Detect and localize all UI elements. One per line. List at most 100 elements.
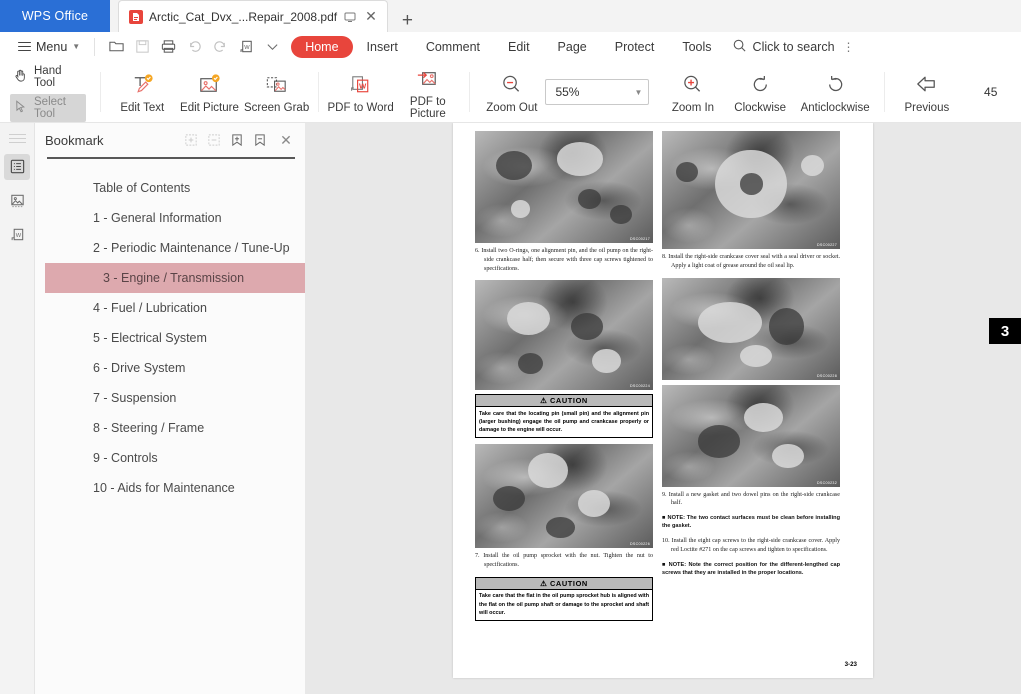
pdf-to-picture-button[interactable]: PDF to Picture: [394, 64, 461, 120]
rotate-anticlockwise-button[interactable]: Anticlockwise: [794, 64, 877, 120]
warning-triangle-icon: ⚠: [540, 578, 548, 588]
customize-quick-access-icon[interactable]: [259, 35, 285, 59]
bookmark-item-table-of-contents[interactable]: Table of Contents: [35, 173, 305, 203]
search-icon: [732, 38, 747, 56]
previous-page-button[interactable]: Previous: [893, 64, 960, 120]
page-folio: 3-23: [844, 661, 857, 668]
rotate-clockwise-button[interactable]: Clockwise: [727, 64, 794, 120]
zoom-out-icon: [498, 71, 525, 99]
divider: [884, 72, 886, 112]
zoom-level-select[interactable]: 55% ▼: [545, 79, 650, 105]
add-bookmark-icon[interactable]: [228, 131, 246, 149]
previous-arrow-icon: [913, 71, 940, 99]
note-2: ■ NOTE: Note the correct position for th…: [662, 561, 840, 576]
close-bookmark-panel-icon[interactable]: ✕: [275, 131, 297, 149]
zoom-out-button[interactable]: Zoom Out: [478, 64, 545, 120]
new-tab-button[interactable]: +: [388, 10, 427, 32]
wps-office-brand: WPS Office: [0, 0, 110, 32]
tab-comment[interactable]: Comment: [412, 40, 494, 54]
figure-code-5: DSC00228: [817, 373, 837, 378]
panel-collapse-handle[interactable]: [8, 131, 26, 146]
undo-icon[interactable]: [181, 35, 207, 59]
expand-all-icon[interactable]: [182, 131, 200, 149]
page-number-field[interactable]: 45: [960, 81, 1021, 103]
screen-grab-icon: [263, 71, 290, 99]
tab-home[interactable]: Home: [291, 35, 353, 58]
document-tab-title: Arctic_Cat_Dvx_...Repair_2008.pdf: [149, 9, 338, 24]
ribbon-toolbar: Hand Tool Select Tool Edit Text Edit Pic…: [0, 62, 1021, 123]
bookmark-item-periodic-maintenance[interactable]: 2 - Periodic Maintenance / Tune-Up: [35, 233, 305, 263]
edit-picture-button[interactable]: Edit Picture: [176, 64, 243, 120]
tool-mode-group: Hand Tool Select Tool: [0, 63, 92, 122]
save-icon[interactable]: [129, 35, 155, 59]
workspace: W Bookmark ✕ Table of Contents 1 - Gener…: [0, 123, 1021, 694]
figure-photo-1: DSC00217: [475, 131, 653, 243]
cursor-arrow-icon: [13, 99, 28, 117]
side-rail: W: [0, 123, 35, 694]
bookmark-item-drive-system[interactable]: 6 - Drive System: [35, 353, 305, 383]
hand-tool-button[interactable]: Hand Tool: [10, 63, 86, 91]
bookmark-panel-tools: [182, 131, 269, 149]
tab-insert[interactable]: Insert: [353, 40, 412, 54]
figure-photo-2: DSC00224: [475, 280, 653, 391]
bookmark-panel-title: Bookmark: [45, 132, 104, 148]
tab-page[interactable]: Page: [544, 40, 601, 54]
divider: [94, 37, 96, 56]
open-folder-icon[interactable]: [103, 35, 129, 59]
collapse-all-icon[interactable]: [205, 131, 223, 149]
print-icon[interactable]: [155, 35, 181, 59]
tab-edit[interactable]: Edit: [494, 40, 544, 54]
bookmark-item-engine-transmission[interactable]: 3 - Engine / Transmission: [45, 263, 305, 293]
more-options-icon[interactable]: ⋮: [843, 41, 855, 53]
select-tool-label: Select Tool: [34, 95, 66, 120]
chevron-down-icon: ▼: [72, 42, 81, 51]
tab-strip: Arctic_Cat_Dvx_...Repair_2008.pdf ✕ +: [110, 0, 427, 32]
figure-code-4: DSC00227: [817, 243, 837, 247]
divider: [318, 72, 320, 112]
main-menu-button[interactable]: Menu ▼: [12, 39, 86, 54]
thumbnails-panel-icon[interactable]: [4, 188, 30, 214]
monitor-icon[interactable]: [343, 10, 357, 24]
svg-text:W: W: [359, 81, 367, 90]
tab-tools[interactable]: Tools: [668, 40, 725, 54]
bookmark-item-electrical-system[interactable]: 5 - Electrical System: [35, 323, 305, 353]
pdf-to-word-button[interactable]: W PDF to Word: [327, 64, 394, 120]
zoom-in-label: Zoom In: [671, 101, 715, 114]
pdf-file-icon: [129, 9, 143, 24]
bookmark-item-controls[interactable]: 9 - Controls: [35, 443, 305, 473]
step-9-text: 9. Install a new gasket and two dowel pi…: [662, 491, 840, 507]
bookmark-item-suspension[interactable]: 7 - Suspension: [35, 383, 305, 413]
edit-text-button[interactable]: Edit Text: [109, 64, 176, 120]
search-box[interactable]: Click to search: [732, 38, 835, 56]
bookmark-item-steering-frame[interactable]: 8 - Steering / Frame: [35, 413, 305, 443]
title-bar: WPS Office Arctic_Cat_Dvx_...Repair_2008…: [0, 0, 1021, 32]
bookmark-panel-header: Bookmark ✕: [35, 123, 305, 157]
hand-icon: [13, 68, 28, 86]
bookmark-item-general-information[interactable]: 1 - General Information: [35, 203, 305, 233]
zoom-in-button[interactable]: Zoom In: [659, 64, 726, 120]
bookmark-item-aids-for-maintenance[interactable]: 10 - Aids for Maintenance: [35, 473, 305, 503]
close-tab-icon[interactable]: ✕: [363, 8, 379, 25]
screen-grab-button[interactable]: Screen Grab: [243, 64, 310, 120]
edit-picture-icon: [196, 71, 223, 99]
edit-text-label: Edit Text: [120, 101, 165, 114]
document-tab[interactable]: Arctic_Cat_Dvx_...Repair_2008.pdf ✕: [118, 0, 388, 32]
bookmark-item-fuel-lubrication[interactable]: 4 - Fuel / Lubrication: [35, 293, 305, 323]
tab-protect[interactable]: Protect: [601, 40, 669, 54]
step-6-text: 6. Install two O-rings, one alignment pi…: [475, 248, 653, 272]
export-to-word-icon[interactable]: W: [233, 35, 259, 59]
caution-title-1: ⚠ CAUTION: [476, 395, 652, 408]
hand-tool-label: Hand Tool: [34, 64, 62, 89]
caution-body-2: Take care that the flat in the oil pump …: [479, 593, 649, 616]
edit-text-icon: [129, 71, 156, 99]
convert-panel-icon[interactable]: W: [4, 222, 30, 248]
screen-grab-label: Screen Grab: [244, 101, 310, 114]
delete-bookmark-icon[interactable]: [251, 131, 269, 149]
figure-code-1: DSC00217: [630, 237, 650, 241]
figure-code-6: DSC00232: [817, 480, 837, 485]
select-tool-button[interactable]: Select Tool: [10, 93, 86, 122]
step-10-text: 10. Install the eight cap screws to the …: [662, 538, 840, 554]
redo-icon[interactable]: [207, 35, 233, 59]
bookmark-panel-icon[interactable]: [4, 153, 30, 180]
warning-triangle-icon: ⚠: [540, 396, 548, 406]
